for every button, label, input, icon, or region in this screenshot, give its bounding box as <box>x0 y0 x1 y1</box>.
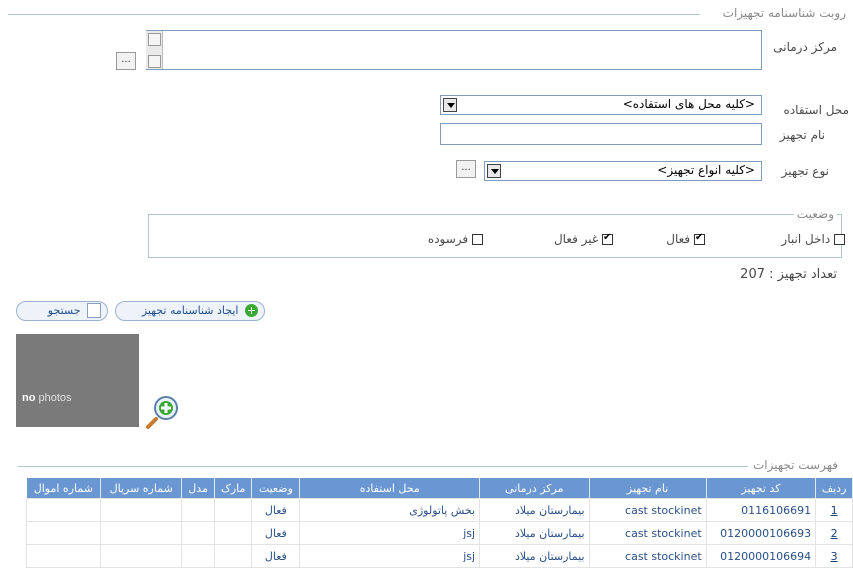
equipment-type-label: نوع تجهیز <box>781 164 829 178</box>
status-option-label: غیر فعال <box>553 232 599 246</box>
table-row[interactable]: 2 0120000106693 cast stockinet بیمارستان… <box>25 521 853 545</box>
column-header-asset[interactable]: شماره اموال <box>26 478 102 499</box>
status-legend: وضعیت <box>793 207 837 221</box>
cell-model <box>181 498 216 522</box>
cell-name: cast stockinet <box>588 521 707 545</box>
cell-model <box>181 521 216 545</box>
cell-location: jsj <box>299 521 481 545</box>
status-option-inactive[interactable]: غیر فعال <box>554 232 613 246</box>
no-photo-rest: photos <box>35 392 72 404</box>
cell-code: 0116106691 <box>705 498 817 522</box>
cell-serial <box>100 498 183 522</box>
checkbox-active[interactable] <box>694 232 705 245</box>
chevron-down-icon[interactable] <box>443 98 457 112</box>
cell-name: cast stockinet <box>588 544 707 568</box>
cell-name: cast stockinet <box>588 498 707 522</box>
status-option-worn[interactable]: فرسوده <box>428 232 483 246</box>
magnifier-plus-icon[interactable] <box>146 393 182 429</box>
equipment-type-select[interactable]: <کلیه انواع تجهیز> <box>484 161 762 181</box>
status-option-active[interactable]: فعال <box>666 232 705 246</box>
search-icon <box>87 302 101 318</box>
cell-brand <box>214 521 253 545</box>
column-header-name[interactable]: نام تجهیز <box>589 478 707 499</box>
status-option-label: داخل انبار <box>781 232 831 246</box>
usage-location-label: محل استفاده <box>783 103 849 117</box>
filters-legend: روبت شناسنامه تجهیزات <box>719 6 849 20</box>
usage-location-value: <کلیه محل های استفاده> <box>622 97 755 111</box>
no-photo-placeholder: no photos <box>16 334 139 427</box>
cell-status: فعال <box>251 521 301 545</box>
checkbox-instock[interactable] <box>834 234 845 245</box>
column-header-code[interactable]: کد تجهیز <box>706 478 817 499</box>
cell-center: بیمارستان میلاد <box>479 544 590 568</box>
column-header-serial[interactable]: شماره سریال <box>100 478 183 499</box>
status-option-label: فرسوده <box>427 232 469 246</box>
cell-asset <box>25 498 102 522</box>
equipment-type-value: <کلیه انواع تجهیز> <box>657 163 755 177</box>
row-number-link[interactable]: 2 <box>815 521 853 545</box>
cell-model <box>181 544 216 568</box>
equipment-type-browse-button[interactable]: ... <box>456 160 476 178</box>
chevron-down-icon[interactable] <box>487 164 501 178</box>
column-header-center[interactable]: مرکز درمانی <box>479 478 590 499</box>
medical-center-browse-button[interactable]: ... <box>116 52 136 70</box>
usage-location-select[interactable]: <کلیه محل های استفاده> <box>440 95 762 115</box>
cell-serial <box>100 544 183 568</box>
cell-serial <box>100 521 183 545</box>
status-option-instock[interactable]: داخل انبار <box>781 232 845 246</box>
equipment-name-label: نام تجهیز <box>779 128 825 142</box>
add-circle-icon: + <box>245 303 258 317</box>
column-header-status[interactable]: وضعیت <box>251 478 301 499</box>
column-header-location[interactable]: محل استفاده <box>299 478 481 499</box>
column-header-model[interactable]: مدل <box>181 478 216 499</box>
equipment-table: ردیف کد تجهیز نام تجهیز مرکز درمانی محل … <box>25 478 853 568</box>
cell-code: 0120000106693 <box>705 521 817 545</box>
no-photo-bold: no <box>22 392 36 404</box>
equipment-count: تعداد تجهیز : 207 <box>740 267 837 282</box>
scroll-down-icon[interactable] <box>148 55 161 68</box>
cell-asset <box>25 521 102 545</box>
row-number-link[interactable]: 1 <box>815 498 853 522</box>
no-photo-text: no photos <box>22 392 72 404</box>
cell-brand <box>214 544 253 568</box>
cell-code: 0120000106694 <box>705 544 817 568</box>
checkbox-inactive[interactable] <box>602 232 613 245</box>
status-frame <box>148 214 842 258</box>
list-frame-top <box>18 466 748 467</box>
cell-status: فعال <box>251 498 301 522</box>
search-button-label: جستجو <box>47 304 81 317</box>
cell-asset <box>25 544 102 568</box>
table-row[interactable]: 3 0120000106694 cast stockinet بیمارستان… <box>25 544 853 568</box>
cell-location: jsj <box>299 544 481 568</box>
scroll-up-icon[interactable] <box>148 33 161 46</box>
medical-center-label: مرکز درمانی <box>773 40 837 54</box>
column-header-row[interactable]: ردیف <box>815 478 853 499</box>
row-number-link[interactable]: 3 <box>815 544 853 568</box>
table-header-row: ردیف کد تجهیز نام تجهیز مرکز درمانی محل … <box>26 478 853 499</box>
cell-center: بیمارستان میلاد <box>479 498 590 522</box>
status-option-label: فعال <box>666 232 691 246</box>
cell-center: بیمارستان میلاد <box>479 521 590 545</box>
cell-location: بخش پاتولوژی <box>299 498 481 522</box>
column-header-brand[interactable]: مارک <box>214 478 253 499</box>
medical-center-list[interactable] <box>146 30 762 70</box>
checkbox-worn[interactable] <box>472 234 483 245</box>
filters-frame-top <box>8 14 700 15</box>
cell-brand <box>214 498 253 522</box>
cell-status: فعال <box>251 544 301 568</box>
equipment-name-input[interactable] <box>440 123 762 145</box>
create-equipment-button-label: ایجاد شناسنامه تجهیز <box>141 304 239 317</box>
create-equipment-button[interactable]: + ایجاد شناسنامه تجهیز <box>115 301 265 321</box>
medical-center-scrollbar[interactable] <box>146 31 163 69</box>
search-button[interactable]: جستجو <box>16 301 108 321</box>
table-row[interactable]: 1 0116106691 cast stockinet بیمارستان می… <box>25 498 853 522</box>
magnifier-plus-svg <box>146 396 178 429</box>
list-legend: فهرست تجهیزات <box>749 458 841 472</box>
